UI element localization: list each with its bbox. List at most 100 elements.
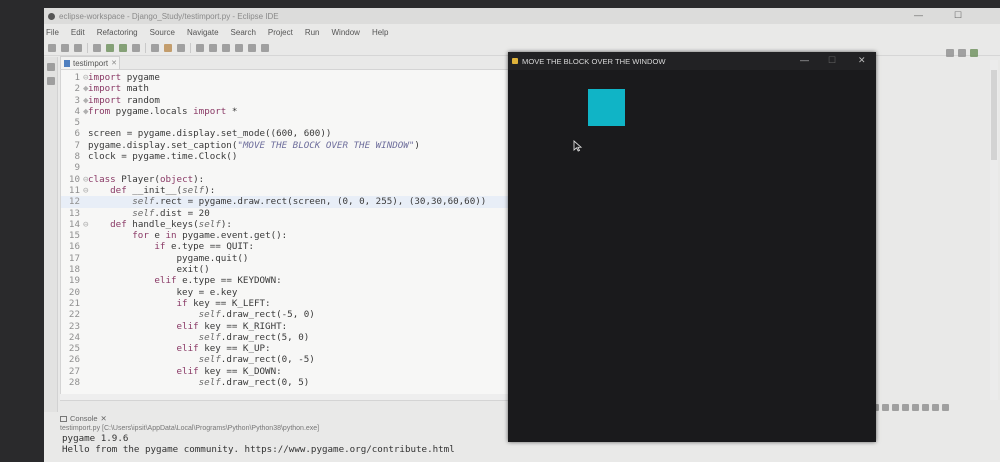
line-number: 7 [74, 139, 80, 151]
code-line[interactable]: 23 elif key == K_RIGHT: [61, 321, 515, 332]
pygame-app-icon [512, 58, 518, 64]
pygame-close-button[interactable]: ✕ [858, 55, 866, 66]
pygame-title-bar[interactable]: MOVE THE BLOCK OVER THE WINDOW — ☐ ✕ [508, 52, 876, 70]
line-number: 26 [68, 354, 80, 366]
code-line[interactable]: 19 elif e.type == KEYDOWN: [61, 275, 515, 286]
menu-source[interactable]: Source [150, 28, 175, 37]
player-block [588, 89, 625, 126]
open-perspective-icon[interactable] [958, 49, 966, 57]
code-line[interactable]: 28 self.draw_rect(0, 5) [61, 377, 515, 388]
code-line[interactable]: 21 if key == K_LEFT: [61, 298, 515, 309]
menu-search[interactable]: Search [231, 28, 256, 37]
menu-window[interactable]: Window [332, 28, 360, 37]
code-line[interactable]: 25 elif key == K_UP: [61, 343, 515, 355]
save-icon[interactable] [61, 43, 69, 52]
open-type-icon[interactable] [164, 43, 172, 52]
save-all-icon[interactable] [74, 43, 82, 52]
close-icon[interactable]: ✕ [111, 59, 117, 67]
line-number: 25 [68, 343, 80, 355]
code-text: self.draw_rect(0, -5) [198, 354, 315, 366]
settings-icon[interactable] [93, 43, 101, 52]
toggle-mark-icon[interactable] [196, 43, 204, 52]
code-line[interactable]: 10 ⊖ class Player(object): [61, 173, 515, 185]
code-line[interactable]: 26 self.draw_rect(0, -5) [61, 354, 515, 366]
editor-tab-testimport[interactable]: testimport ✕ [60, 56, 120, 69]
code-line[interactable]: 14 ⊖ def handle_keys(self): [61, 219, 515, 230]
fold-marker-icon[interactable] [83, 117, 88, 128]
toolbar-separator [190, 42, 191, 53]
pygame-minimize-button[interactable]: — [800, 55, 809, 65]
open-console-icon[interactable] [932, 404, 939, 411]
menu-edit[interactable]: Edit [71, 28, 85, 37]
code-text: screen = pygame.display.set_mode((600, 6… [88, 128, 332, 140]
code-line[interactable]: 11 ⊖ def __init__(self): [61, 185, 515, 196]
remove-launch-icon[interactable] [882, 404, 889, 411]
code-text: class Player(object): [88, 173, 205, 185]
fold-marker-icon[interactable] [83, 162, 88, 173]
next-annotation-icon[interactable] [209, 43, 217, 52]
menu-project[interactable]: Project [268, 28, 293, 37]
menu-refactoring[interactable]: Refactoring [97, 28, 138, 37]
pin-editor-icon[interactable] [261, 43, 269, 52]
code-line[interactable]: 18 exit() [61, 264, 515, 275]
editor-horizontal-scrollbar[interactable] [60, 394, 516, 400]
console-output[interactable]: pygame 1.9.6 Hello from the pygame commu… [62, 433, 455, 455]
code-line[interactable]: 8 clock = pygame.time.Clock() [61, 151, 515, 162]
quick-access-icon[interactable] [946, 49, 954, 57]
code-line[interactable]: 22 self.draw_rect(-5, 0) [61, 309, 515, 320]
debug-icon[interactable] [106, 43, 114, 52]
forward-icon[interactable] [248, 43, 256, 52]
eclipse-title-bar[interactable]: eclipse-workspace - Django_Study/testimp… [44, 8, 1000, 24]
code-line[interactable]: 27 elif key == K_DOWN: [61, 365, 515, 377]
line-number: 27 [68, 365, 80, 377]
new-project-icon[interactable] [151, 43, 159, 52]
code-line[interactable]: 24 self.draw_rect(5, 0) [61, 331, 515, 343]
code-line[interactable]: 16 if e.type == QUIT: [61, 241, 515, 252]
menu-run[interactable]: Run [305, 28, 320, 37]
prev-annotation-icon[interactable] [222, 43, 230, 52]
code-line[interactable]: 15 for e in pygame.event.get(): [61, 230, 515, 241]
restore-view-icon[interactable] [47, 63, 55, 71]
outline-scrollbar[interactable] [990, 60, 998, 400]
package-explorer-icon[interactable] [47, 77, 55, 85]
scrollbar-thumb[interactable] [991, 70, 997, 160]
code-line[interactable]: 9 [61, 162, 515, 173]
scroll-lock-icon[interactable] [902, 404, 909, 411]
menu-navigate[interactable]: Navigate [187, 28, 219, 37]
run-icon[interactable] [119, 43, 127, 52]
pygame-window[interactable]: MOVE THE BLOCK OVER THE WINDOW — ☐ ✕ [508, 52, 876, 442]
line-number: 24 [68, 331, 80, 343]
pygame-canvas[interactable] [508, 70, 876, 442]
display-console-icon[interactable] [922, 404, 929, 411]
pin-console-icon[interactable] [912, 404, 919, 411]
search-icon[interactable] [177, 43, 185, 52]
menu-help[interactable]: Help [372, 28, 388, 37]
menu-file[interactable]: File [46, 28, 59, 37]
new-icon[interactable] [48, 43, 56, 52]
code-line[interactable]: 6 screen = pygame.display.set_mode((600, … [61, 128, 515, 140]
code-editor[interactable]: 1 ⊖ import pygame 2 ◆ import math 3 ◆ import ran… [60, 69, 516, 401]
external-tools-icon[interactable] [132, 43, 140, 52]
minimize-button[interactable]: — [914, 10, 923, 20]
code-line[interactable]: 5 [61, 117, 515, 128]
clear-console-icon[interactable] [892, 404, 899, 411]
code-line[interactable]: 3 ◆ import random [61, 95, 515, 106]
back-icon[interactable] [235, 43, 243, 52]
pydev-perspective-icon[interactable] [970, 49, 978, 57]
minimize-view-icon[interactable] [942, 404, 949, 411]
code-line[interactable]: 12 self.rect = pygame.draw.rect(screen, … [61, 196, 515, 208]
close-icon[interactable]: ✕ [101, 414, 107, 423]
code-line[interactable]: 20 key = e.key [61, 287, 515, 298]
pygame-maximize-button[interactable]: ☐ [828, 55, 836, 66]
code-line[interactable]: 13 self.dist = 20 [61, 208, 515, 219]
code-text: self.draw_rect(5, 0) [198, 331, 310, 343]
code-line[interactable]: 2 ◆ import math [61, 83, 515, 95]
console-tab[interactable]: Console ✕ [60, 413, 107, 424]
code-line[interactable]: 17 pygame.quit() [61, 253, 515, 264]
code-line[interactable]: 7 pygame.display.set_caption("MOVE THE BL… [61, 139, 515, 151]
console-tab-label: Console [70, 414, 98, 423]
code-line[interactable]: 4 ◆ from pygame.locals import * [61, 106, 515, 117]
code-text: import math [88, 83, 149, 95]
maximize-button[interactable]: ☐ [954, 10, 962, 21]
code-line[interactable]: 1 ⊖ import pygame [61, 72, 515, 83]
